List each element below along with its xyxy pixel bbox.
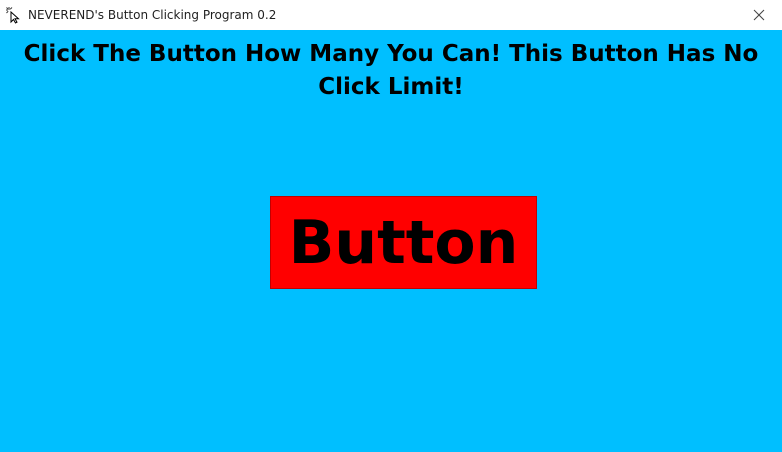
- click-button[interactable]: Button: [270, 196, 537, 289]
- cursor-click-icon: [5, 6, 23, 24]
- close-icon: [753, 6, 765, 25]
- client-area: Click The Button How Many You Can! This …: [0, 30, 782, 452]
- close-button[interactable]: [736, 0, 782, 30]
- window-title: NEVEREND's Button Clicking Program 0.2: [28, 8, 277, 22]
- app-window: NEVEREND's Button Clicking Program 0.2 C…: [0, 0, 782, 452]
- title-bar[interactable]: NEVEREND's Button Clicking Program 0.2: [0, 0, 782, 30]
- instruction-heading: Click The Button How Many You Can! This …: [23, 41, 759, 100]
